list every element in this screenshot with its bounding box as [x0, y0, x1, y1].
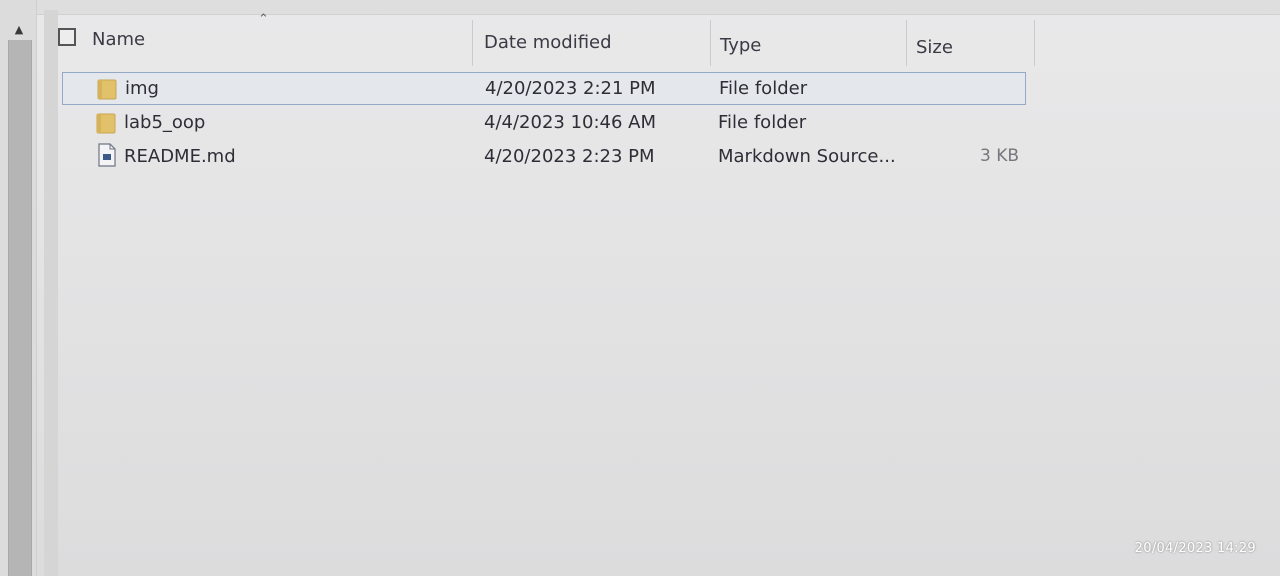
file-row-img[interactable]: img 4/20/2023 2:21 PM File folder [62, 72, 1026, 105]
file-date-modified: 4/20/2023 2:21 PM [485, 78, 656, 99]
column-header-name[interactable]: Name [92, 29, 145, 50]
column-separator[interactable] [472, 20, 473, 66]
column-header-type[interactable]: Type [720, 35, 761, 56]
column-header-date-modified[interactable]: Date modified [484, 32, 612, 53]
scroll-up-arrow-icon[interactable]: ▲ [8, 20, 30, 40]
sort-ascending-arrow-icon: ⌃ [258, 12, 269, 27]
file-type: File folder [719, 78, 808, 99]
select-all-checkbox[interactable] [58, 28, 76, 46]
file-date-modified: 4/20/2023 2:23 PM [484, 146, 655, 167]
navigation-pane-edge: ▲ [0, 0, 37, 576]
window-top-edge [36, 0, 1280, 15]
folder-icon [97, 79, 117, 100]
file-size: 3 KB [980, 146, 1020, 166]
column-header-row: Name ⌃ Date modified Type Size [58, 12, 1038, 68]
folder-icon [96, 113, 116, 134]
file-name: lab5_oop [124, 112, 206, 133]
file-row-readme[interactable]: README.md 4/20/2023 2:23 PM Markdown Sou… [62, 141, 1026, 174]
column-header-size[interactable]: Size [916, 37, 953, 58]
column-separator[interactable] [710, 20, 711, 66]
file-name: README.md [124, 146, 236, 167]
file-row-lab5-oop[interactable]: lab5_oop 4/4/2023 10:46 AM File folder [62, 107, 1026, 140]
column-separator[interactable] [1034, 20, 1035, 66]
column-separator[interactable] [906, 20, 907, 66]
file-type: Markdown Source... [718, 146, 896, 167]
file-name: img [125, 78, 159, 99]
photo-timestamp: 20/04/2023 14:29 [1134, 541, 1256, 556]
markdown-file-icon [98, 143, 116, 167]
pane-divider[interactable] [44, 10, 58, 576]
vertical-scrollbar[interactable] [8, 40, 32, 576]
file-type: File folder [718, 112, 807, 133]
file-date-modified: 4/4/2023 10:46 AM [484, 112, 657, 133]
